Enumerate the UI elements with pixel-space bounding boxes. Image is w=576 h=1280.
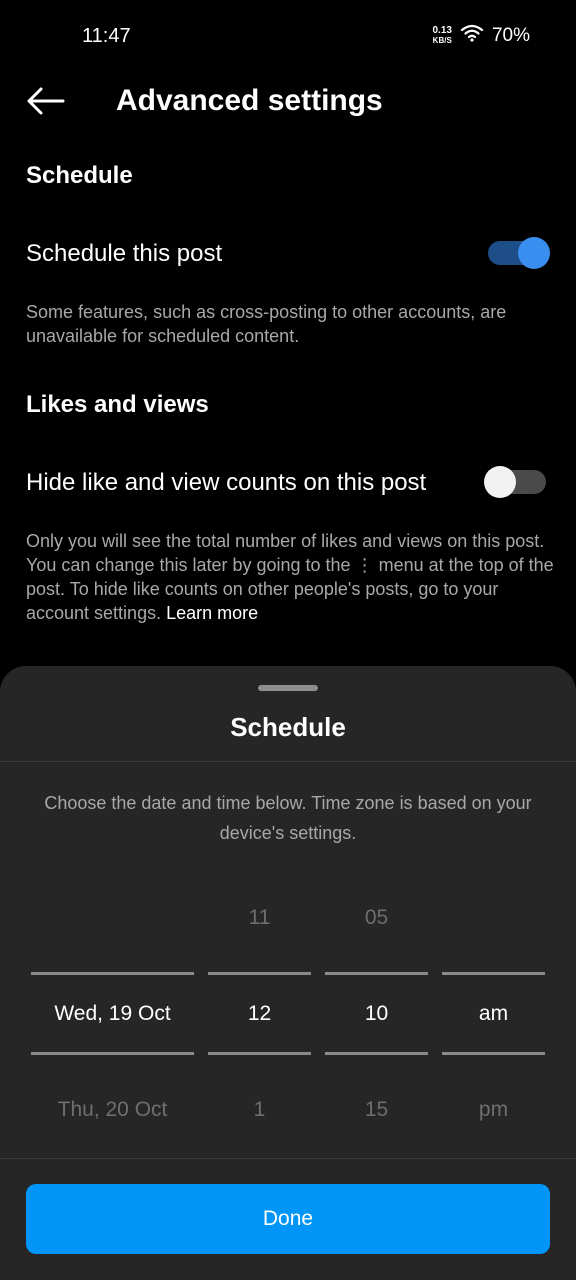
hide-counts-toggle[interactable] — [484, 466, 546, 498]
date-selected[interactable]: Wed, 19 Oct — [31, 1002, 194, 1026]
done-button[interactable]: Done — [26, 1184, 550, 1254]
network-speed: 0.13 KB/S — [432, 24, 452, 46]
hour-option-above[interactable]: 11 — [208, 906, 311, 930]
minute-option-below[interactable]: 15 — [325, 1098, 428, 1122]
divider — [0, 1158, 576, 1159]
back-button[interactable] — [24, 82, 66, 124]
arrow-left-icon — [25, 86, 65, 121]
selection-line-bottom — [208, 1052, 311, 1055]
ampm-option-below[interactable]: pm — [442, 1098, 545, 1122]
likes-section-title: Likes and views — [26, 391, 209, 418]
minute-option-above[interactable]: 05 — [325, 906, 428, 930]
status-bar: 11:47 0.13 KB/S 70% — [0, 0, 576, 72]
selection-line-top — [442, 972, 545, 975]
date-option-below[interactable]: Thu, 20 Oct — [31, 1098, 194, 1122]
selection-line-top — [325, 972, 428, 975]
hour-selected[interactable]: 12 — [208, 1002, 311, 1026]
selection-line-bottom — [325, 1052, 428, 1055]
network-speed-unit: KB/S — [432, 35, 452, 45]
likes-description: Only you will see the total number of li… — [26, 529, 556, 625]
selection-line-top — [31, 972, 194, 975]
minute-selected[interactable]: 10 — [325, 1002, 428, 1026]
schedule-description: Some features, such as cross-posting to … — [26, 302, 507, 346]
selection-line-top — [208, 972, 311, 975]
selection-line-bottom — [31, 1052, 194, 1055]
schedule-post-label: Schedule this post — [26, 240, 223, 267]
schedule-post-toggle[interactable] — [488, 237, 550, 269]
network-speed-value: 0.13 — [432, 24, 452, 36]
app-header: Advanced settings — [0, 72, 576, 132]
toggle-knob — [518, 237, 550, 269]
hide-counts-label: Hide like and view counts on this post — [26, 469, 427, 496]
toggle-knob — [484, 466, 516, 498]
wifi-icon — [460, 24, 484, 47]
selection-line-bottom — [442, 1052, 545, 1055]
hour-option-below[interactable]: 1 — [208, 1098, 311, 1122]
ampm-selected[interactable]: am — [442, 1002, 545, 1026]
schedule-section-title: Schedule — [26, 162, 133, 189]
likes-description-text: Only you will see the total number of li… — [26, 531, 554, 623]
schedule-bottom-sheet: Schedule Choose the date and time below.… — [0, 666, 576, 1280]
page-title: Advanced settings — [116, 84, 383, 117]
status-indicators: 0.13 KB/S 70% — [433, 24, 531, 47]
battery-level: 70% — [491, 24, 530, 46]
status-time: 11:47 — [82, 25, 131, 47]
learn-more-link[interactable]: Learn more — [166, 603, 258, 623]
